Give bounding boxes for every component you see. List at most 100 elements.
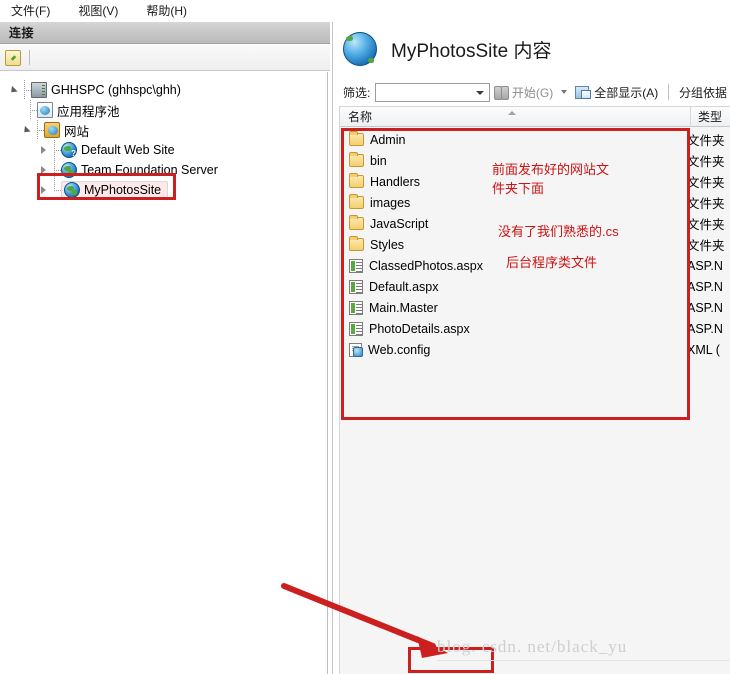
connect-icon[interactable] xyxy=(5,49,21,66)
table-row[interactable]: PhotoDetails.aspx ASP.N xyxy=(340,318,730,339)
table-row[interactable]: Web.config XML ( xyxy=(340,339,730,360)
row-type-label: 文件夹 xyxy=(687,176,725,190)
watermark-rule xyxy=(437,660,730,661)
iis-manager-window: 文件(F) 视图(V) 帮助(H) 连接 GHHSPC (ghhspc\ghh) xyxy=(0,0,730,674)
table-row[interactable]: Default.aspx ASP.N xyxy=(340,276,730,297)
show-all-button[interactable]: 全部显示(A) xyxy=(571,83,662,102)
connections-pane: 连接 GHHSPC (ghhspc\ghh) 应用程序池 网站 ? Defaul… xyxy=(0,22,330,674)
tree-item-sites[interactable]: 网站 xyxy=(0,120,327,140)
column-header-name[interactable]: 名称 xyxy=(340,107,690,126)
row-type-label: 文件夹 xyxy=(687,155,725,169)
show-all-label: 全部显示(A) xyxy=(594,85,659,100)
column-header-type-label: 类型 xyxy=(698,110,723,124)
row-name-label: JavaScript xyxy=(370,216,429,231)
xml-file-icon xyxy=(349,342,363,357)
list-column-headers: 名称 类型 xyxy=(339,106,730,127)
aspx-file-icon xyxy=(349,300,363,315)
sites-folder-icon xyxy=(44,122,60,138)
row-type-label: XML ( xyxy=(687,342,720,357)
expand-collapse-icon[interactable] xyxy=(8,85,19,96)
app-pool-icon xyxy=(37,102,53,118)
tree-item-default-web-site[interactable]: Default Web Site xyxy=(0,140,327,160)
row-name-label: Web.config xyxy=(368,342,431,357)
row-type-label: ASP.N xyxy=(687,321,723,336)
menu-view[interactable]: 视图(V) xyxy=(75,0,121,21)
column-header-name-label: 名称 xyxy=(348,110,373,124)
row-name-label: Main.Master xyxy=(369,300,438,315)
tree-line xyxy=(49,180,61,200)
server-icon xyxy=(31,82,47,98)
row-name-label: Default.aspx xyxy=(369,279,439,294)
go-button[interactable]: 开始(G) xyxy=(490,83,557,102)
globe-icon xyxy=(343,32,377,66)
row-name-label: ClassedPhotos.aspx xyxy=(369,258,483,273)
row-name-cell: Admin xyxy=(340,131,684,147)
row-name-label: images xyxy=(370,195,411,210)
row-name-cell: Default.aspx xyxy=(340,279,684,294)
group-by-label: 分组依据 xyxy=(678,85,727,100)
folder-icon xyxy=(349,236,364,251)
connections-header: 连接 xyxy=(0,22,330,44)
folder-icon xyxy=(349,215,364,230)
row-name-cell: Main.Master xyxy=(340,300,684,315)
expand-collapse-icon[interactable] xyxy=(38,165,49,176)
page-title-area: MyPhotosSite 内容 xyxy=(343,32,552,66)
folder-icon xyxy=(349,194,364,209)
tree-line xyxy=(49,160,61,180)
aspx-file-icon xyxy=(349,258,363,273)
filter-label: 筛选: xyxy=(343,85,371,100)
row-type-label: 文件夹 xyxy=(687,197,725,211)
expand-collapse-icon[interactable] xyxy=(21,125,32,136)
tree-item-application-pools[interactable]: 应用程序池 xyxy=(0,100,327,120)
tree-item-server[interactable]: GHHSPC (ghhspc\ghh) xyxy=(0,80,327,100)
row-name-label: Handlers xyxy=(370,174,421,189)
sort-ascending-icon xyxy=(508,111,516,115)
tree-line xyxy=(49,140,61,160)
annotation-note-1: 前面发布好的网站文 件夹下面 xyxy=(492,162,610,196)
group-by-button[interactable]: 分组依据 xyxy=(675,83,730,102)
toolbar-separator xyxy=(668,84,669,100)
row-type-label: ASP.N xyxy=(687,300,723,315)
tree-item-label: GHHSPC (ghhspc\ghh) xyxy=(51,83,181,97)
tree-item-label: MyPhotosSite xyxy=(84,183,162,197)
binoculars-icon xyxy=(493,86,509,100)
table-row[interactable]: Main.Master ASP.N xyxy=(340,297,730,318)
tree-item-label: 应用程序池 xyxy=(57,104,120,119)
content-pane: MyPhotosSite 内容 筛选: 开始(G) 全部显示(A) 分组依据 名… xyxy=(332,22,730,674)
row-type-label: 文件夹 xyxy=(687,134,725,148)
annotation-note-2: 没有了我们熟悉的.cs xyxy=(498,224,619,239)
expand-collapse-icon[interactable] xyxy=(38,185,49,196)
content-list[interactable]: Admin 文件夹 bin 文件夹 Handlers 文件夹 images 文件… xyxy=(339,127,730,674)
folder-icon xyxy=(349,152,364,167)
row-type-label: ASP.N xyxy=(687,279,723,294)
connections-toolbar xyxy=(0,45,330,71)
row-name-label: Styles xyxy=(370,237,405,252)
row-name-label: bin xyxy=(370,153,387,168)
filter-input[interactable] xyxy=(375,82,490,102)
folder-icon xyxy=(349,131,364,146)
tree-item-myphotossite[interactable]: MyPhotosSite xyxy=(0,180,327,200)
row-name-cell: Web.config xyxy=(340,342,684,357)
row-name-cell: PhotoDetails.aspx xyxy=(340,321,684,336)
row-type-label: 文件夹 xyxy=(687,218,725,232)
folder-icon xyxy=(349,173,364,188)
expand-collapse-icon[interactable] xyxy=(38,145,49,156)
tree-item-label: Team Foundation Server xyxy=(81,163,218,177)
page-title: MyPhotosSite 内容 xyxy=(391,40,552,62)
go-button-label: 开始(G) xyxy=(511,85,554,100)
column-header-type[interactable]: 类型 xyxy=(691,107,722,126)
tree-item-team-foundation-server[interactable]: Team Foundation Server xyxy=(0,160,327,180)
chevron-down-icon[interactable] xyxy=(475,90,484,95)
globe-icon xyxy=(61,162,77,178)
menu-file[interactable]: 文件(F) xyxy=(8,0,53,21)
tree-line xyxy=(25,100,37,120)
table-row[interactable]: Admin 文件夹 xyxy=(340,129,730,150)
show-all-icon xyxy=(575,85,592,99)
tree-line xyxy=(19,80,31,100)
chevron-down-icon[interactable] xyxy=(561,90,568,94)
watermark: blog. csdn. net/black_yu xyxy=(437,637,628,656)
view-tabs: 功能视图 内容视图 xyxy=(669,670,730,674)
menu-help[interactable]: 帮助(H) xyxy=(143,0,190,21)
connections-title: 连接 xyxy=(9,26,35,40)
annotation-note-3: 后台程序类文件 xyxy=(506,255,598,270)
